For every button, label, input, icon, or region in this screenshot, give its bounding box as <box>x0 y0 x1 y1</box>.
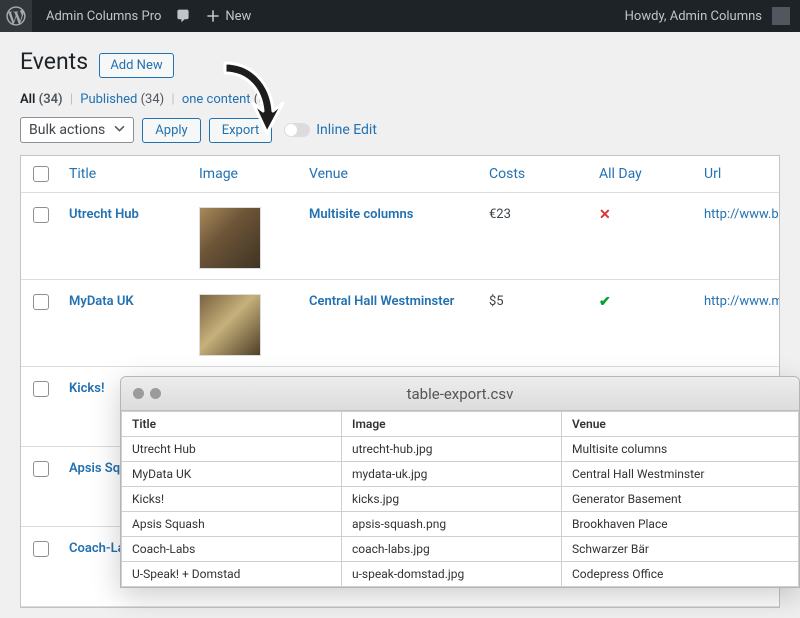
check-icon: ✔ <box>599 294 611 310</box>
row-checkbox[interactable] <box>33 461 49 477</box>
col-venue[interactable]: Venue <box>301 156 481 192</box>
add-new-button[interactable]: Add New <box>99 53 173 78</box>
row-venue-link[interactable]: Central Hall Westminster <box>309 294 454 309</box>
chevron-down-icon <box>114 122 125 138</box>
inline-edit-toggle[interactable]: Inline Edit <box>284 122 377 138</box>
new-content[interactable]: New <box>205 8 251 24</box>
csv-row: U-Speak! + Domstadu-speak-domstad.jpgCod… <box>122 562 799 587</box>
new-label: New <box>225 9 251 24</box>
export-button[interactable]: Export <box>209 118 273 143</box>
inline-edit-label: Inline Edit <box>316 122 377 138</box>
row-checkbox[interactable] <box>33 294 49 310</box>
row-url-link[interactable]: http://www.mydata <box>704 294 779 309</box>
col-title[interactable]: Title <box>61 156 191 192</box>
csv-col-image: Image <box>342 412 562 437</box>
bulk-actions-select[interactable]: Bulk actions <box>20 117 134 143</box>
window-titlebar[interactable]: table-export.csv <box>121 377 799 411</box>
col-image[interactable]: Image <box>191 156 301 192</box>
x-icon: ✕ <box>599 207 611 223</box>
table-row: Utrecht Hub Multisite columns €23 ✕ http… <box>21 193 779 280</box>
csv-header: Title Image Venue <box>122 412 799 437</box>
row-url-link[interactable]: http://www.beerpul <box>704 207 779 222</box>
filter-published[interactable]: Published (34) <box>80 92 164 107</box>
col-costs[interactable]: Costs <box>481 156 591 192</box>
col-allday[interactable]: All Day <box>591 156 696 192</box>
comments-icon[interactable] <box>175 8 191 24</box>
row-title-link[interactable]: Apsis Sq <box>69 461 120 476</box>
row-title-link[interactable]: MyData UK <box>69 294 134 309</box>
csv-preview-window: table-export.csv Title Image Venue Utrec… <box>120 376 800 588</box>
csv-row: Apsis Squashapsis-squash.pngBrookhaven P… <box>122 512 799 537</box>
filter-cornerstone[interactable]: one content (0) <box>182 92 270 107</box>
csv-row: Utrecht Hubutrecht-hub.jpgMultisite colu… <box>122 437 799 462</box>
thumbnail-image[interactable] <box>199 207 261 269</box>
avatar[interactable] <box>772 7 790 25</box>
page-title: Events <box>20 48 88 75</box>
thumbnail-image[interactable] <box>199 294 261 356</box>
window-title: table-export.csv <box>121 385 799 403</box>
wp-admin-bar: Admin Columns Pro New Howdy, Admin Colum… <box>0 0 800 32</box>
site-title[interactable]: Admin Columns Pro <box>46 9 161 24</box>
csv-col-title: Title <box>122 412 342 437</box>
csv-row: MyData UKmydata-uk.jpgCentral Hall Westm… <box>122 462 799 487</box>
row-checkbox[interactable] <box>33 381 49 397</box>
table-row: MyData UK Central Hall Westminster $5 ✔ … <box>21 280 779 367</box>
csv-table: Title Image Venue Utrecht Hubutrecht-hub… <box>121 411 799 587</box>
select-all-checkbox[interactable] <box>33 166 49 182</box>
row-title-link[interactable]: Utrecht Hub <box>69 207 139 222</box>
bulk-actions-label: Bulk actions <box>29 122 105 138</box>
row-costs: $5 <box>481 280 591 319</box>
status-filters: All (34) | Published (34) | one content … <box>20 92 780 107</box>
csv-row: Kicks!kicks.jpgGenerator Basement <box>122 487 799 512</box>
col-url[interactable]: Url <box>696 156 779 192</box>
row-title-link[interactable]: Kicks! <box>69 381 104 396</box>
toggle-icon <box>284 123 310 137</box>
csv-row: Coach-Labscoach-labs.jpgSchwarzer Bär <box>122 537 799 562</box>
apply-button[interactable]: Apply <box>142 118 200 143</box>
row-title-link[interactable]: Coach-La <box>69 541 125 556</box>
filter-all[interactable]: All (34) <box>20 92 63 107</box>
row-checkbox[interactable] <box>33 207 49 223</box>
howdy-text[interactable]: Howdy, Admin Columns <box>625 9 762 24</box>
row-checkbox[interactable] <box>33 541 49 557</box>
wp-logo-icon[interactable] <box>0 0 32 32</box>
csv-col-venue: Venue <box>562 412 799 437</box>
row-venue-link[interactable]: Multisite columns <box>309 207 413 222</box>
row-costs: €23 <box>481 193 591 232</box>
table-header: Title Image Venue Costs All Day Url <box>21 156 779 193</box>
